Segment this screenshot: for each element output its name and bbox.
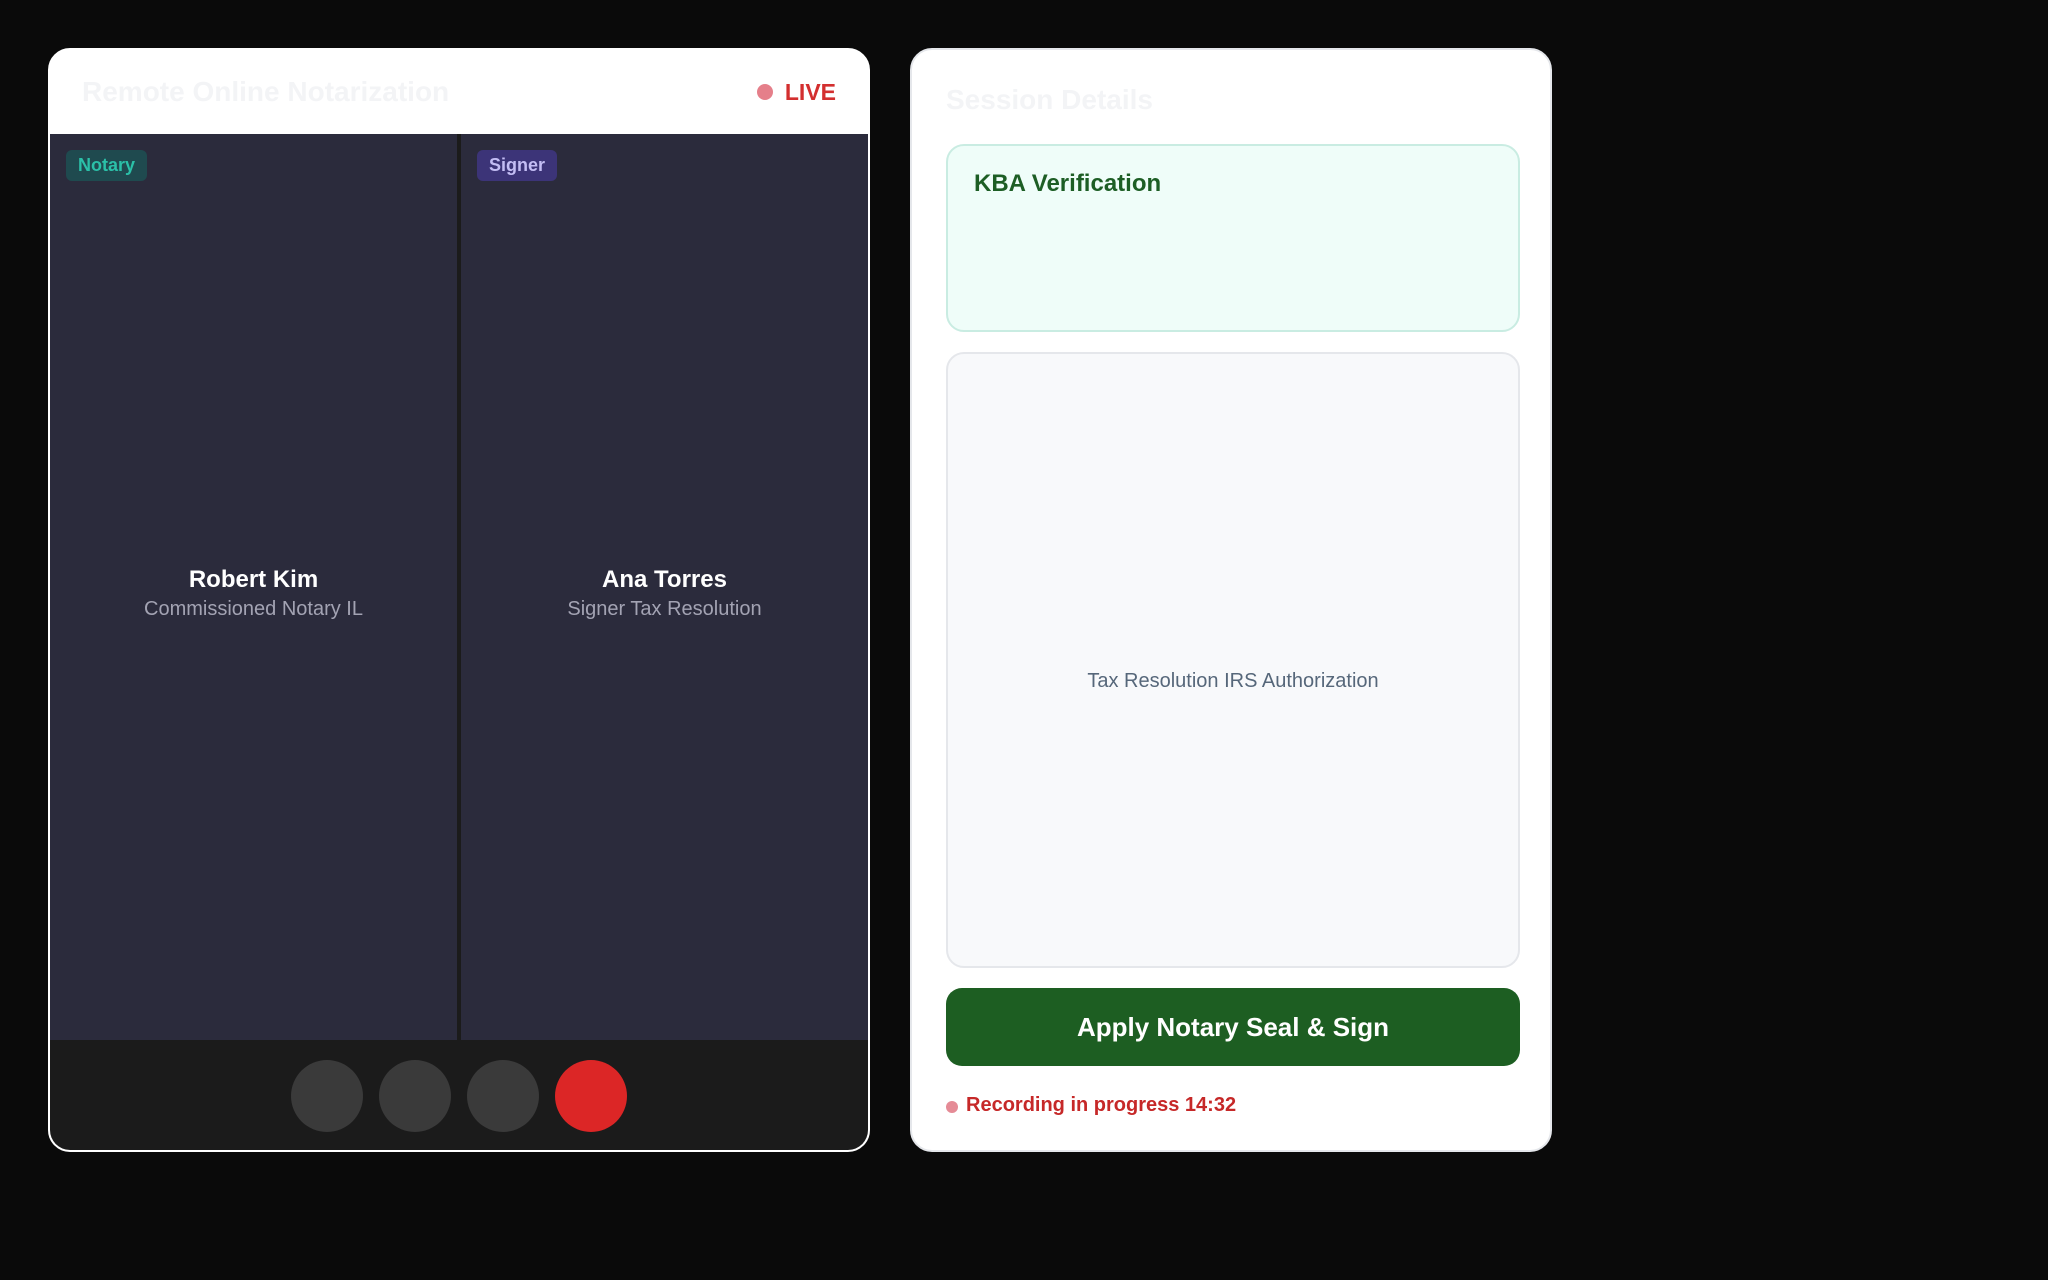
microphone-button[interactable] <box>291 1060 363 1132</box>
video-feeds: Notary Robert Kim Commissioned Notary IL… <box>50 134 868 1040</box>
live-label: LIVE <box>784 78 836 105</box>
recording-label: Recording in progress 14:32 <box>966 1094 1237 1116</box>
signer-tag: Signer <box>477 150 558 181</box>
notary-name: Robert Kim <box>188 565 319 593</box>
notary-video-feed[interactable]: Notary Robert Kim Commissioned Notary IL <box>50 134 457 1040</box>
apply-seal-button[interactable]: Apply Notary Seal & Sign <box>946 988 1520 1066</box>
live-dot-icon <box>756 84 773 100</box>
video-panel: Remote Online Notarization LIVE Notary R… <box>48 48 870 1152</box>
recording-dot-icon <box>946 1101 958 1113</box>
signer-role: Signer Tax Resolution <box>567 597 762 620</box>
kba-title: KBA Verification <box>974 170 1162 197</box>
video-header: Remote Online Notarization LIVE <box>50 50 868 134</box>
signer-video-feed[interactable]: Signer Ana Torres Signer Tax Resolution <box>461 134 868 1040</box>
end-call-button[interactable] <box>555 1060 627 1132</box>
live-indicator: LIVE <box>756 78 836 106</box>
document-name: Tax Resolution IRS Authorization <box>1087 670 1379 692</box>
call-controls <box>50 1040 868 1150</box>
session-title: Remote Online Notarization <box>82 76 450 107</box>
share-screen-button[interactable] <box>467 1060 539 1132</box>
recording-status: Recording in progress 14:32 <box>946 1094 1236 1117</box>
kba-verification-card: KBA Verification <box>946 144 1520 332</box>
details-title: Session Details <box>946 84 1153 115</box>
session-details-panel: Session Details KBA Verification Tax Res… <box>910 48 1552 1152</box>
camera-button[interactable] <box>379 1060 451 1132</box>
notary-role: Commissioned Notary IL <box>144 597 363 620</box>
notary-tag: Notary <box>66 150 148 181</box>
document-preview[interactable]: Tax Resolution IRS Authorization <box>946 352 1520 968</box>
signer-name: Ana Torres <box>602 565 727 593</box>
